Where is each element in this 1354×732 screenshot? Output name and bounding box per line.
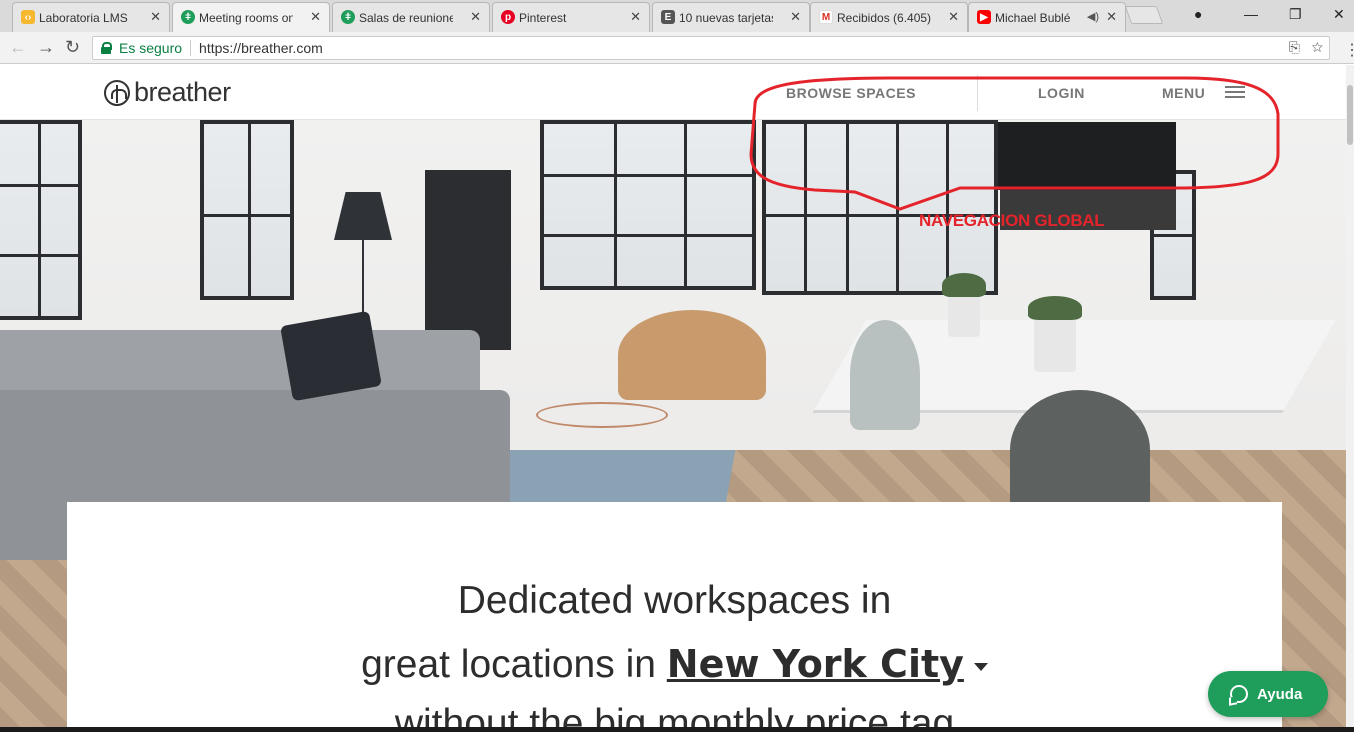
gmail-icon: M [819, 10, 833, 24]
forward-icon[interactable]: → [37, 37, 55, 58]
secure-label: Es seguro [119, 40, 183, 56]
browser-tab[interactable]: ▶ Michael Bublé ◀) ✕ [968, 2, 1126, 32]
divider [190, 40, 192, 56]
chat-bubble-icon [1230, 685, 1248, 703]
browser-tab[interactable]: E 10 nuevas tarjetas ✕ [652, 2, 810, 32]
tab-title: Pinterest [519, 10, 567, 25]
browser-tab[interactable]: ‹› Laboratoria LMS ✕ [12, 2, 170, 32]
browser-toolbar: ← → ↻ Es seguro https://breather.com ⎘ ☆… [0, 32, 1354, 64]
annotation-label: NAVEGACION GLOBAL [919, 211, 1105, 230]
window [200, 120, 294, 300]
omnibox-actions: ⎘ ☆ [1289, 39, 1323, 56]
headline-line-1: Dedicated workspaces in [457, 579, 892, 622]
breather-icon: ǂ [181, 10, 195, 24]
floor-lamp [334, 192, 392, 240]
headline-prefix: great locations in [361, 643, 656, 686]
new-tab-button[interactable] [1124, 6, 1164, 24]
close-icon[interactable]: ✕ [1106, 9, 1117, 25]
tab-title: Recibidos (6.405) - [837, 10, 931, 25]
restore-icon[interactable]: ❐ [1289, 6, 1302, 23]
url-text[interactable]: https://breather.com [199, 40, 323, 56]
tree-logo-icon [104, 79, 130, 106]
audio-icon[interactable]: ◀) [1087, 10, 1099, 23]
close-icon[interactable]: ✕ [470, 9, 481, 25]
tab-title: Michael Bublé [995, 10, 1071, 25]
annotation-outline [749, 76, 1280, 211]
window-close-icon[interactable]: ✕ [1333, 6, 1345, 23]
site-logo[interactable]: breather [104, 77, 231, 108]
back-icon[interactable]: ← [9, 37, 27, 58]
bookmark-star-icon[interactable]: ☆ [1312, 39, 1323, 55]
breather-icon: ǂ [341, 10, 355, 24]
youtube-icon: ▶ [977, 10, 991, 24]
pinterest-icon: p [501, 10, 515, 24]
browser-tabstrip: ‹› Laboratoria LMS ✕ ǂ Meeting rooms on … [0, 0, 1354, 32]
chair [1010, 390, 1150, 510]
browser-tab-active[interactable]: ǂ Meeting rooms on ✕ [172, 2, 330, 32]
scrollbar-thumb[interactable] [1347, 85, 1353, 145]
close-icon[interactable]: ✕ [948, 9, 959, 25]
chevron-down-icon[interactable] [973, 662, 988, 671]
hero-card: Dedicated workspaces in great locations … [67, 502, 1282, 732]
translate-icon[interactable]: ⎘ [1289, 39, 1300, 55]
headline-line-2: great locations in New York City [67, 640, 1282, 689]
browser-menu-icon[interactable]: ⋮ [1344, 40, 1354, 60]
side-table [536, 402, 668, 428]
page-scrollbar[interactable] [1346, 65, 1354, 732]
pillow [280, 310, 382, 402]
browser-tab[interactable]: M Recibidos (6.405) - ✕ [810, 2, 968, 32]
potted-plant [1028, 296, 1082, 372]
profile-icon[interactable]: ● [1194, 6, 1202, 22]
help-label: Ayuda [1257, 685, 1303, 703]
minimize-icon[interactable]: — [1244, 6, 1258, 22]
close-icon[interactable]: ✕ [790, 9, 801, 25]
window [540, 120, 756, 290]
door [425, 170, 511, 350]
logo-text: breather [134, 77, 231, 107]
tab-title: Salas de reuniones [359, 10, 453, 25]
city-selector[interactable]: New York City [667, 642, 964, 686]
chair [850, 320, 920, 430]
close-icon[interactable]: ✕ [630, 9, 641, 25]
ie-icon: E [661, 10, 675, 24]
help-chat-button[interactable]: Ayuda [1208, 671, 1328, 717]
close-icon[interactable]: ✕ [150, 9, 161, 25]
tab-title: Meeting rooms on [199, 10, 293, 25]
window [0, 120, 82, 320]
lock-icon [101, 42, 112, 54]
lms-icon: ‹› [21, 10, 35, 24]
browser-tab[interactable]: p Pinterest ✕ [492, 2, 650, 32]
taskbar-strip [0, 727, 1354, 732]
tab-title: 10 nuevas tarjetas [679, 10, 773, 25]
reload-icon[interactable]: ↻ [65, 37, 80, 58]
close-icon[interactable]: ✕ [310, 9, 321, 25]
address-bar[interactable]: Es seguro https://breather.com ⎘ ☆ [92, 36, 1330, 60]
browser-tab[interactable]: ǂ Salas de reuniones ✕ [332, 2, 490, 32]
tab-title: Laboratoria LMS [39, 10, 128, 25]
potted-plant [942, 273, 986, 337]
chair [618, 310, 766, 400]
